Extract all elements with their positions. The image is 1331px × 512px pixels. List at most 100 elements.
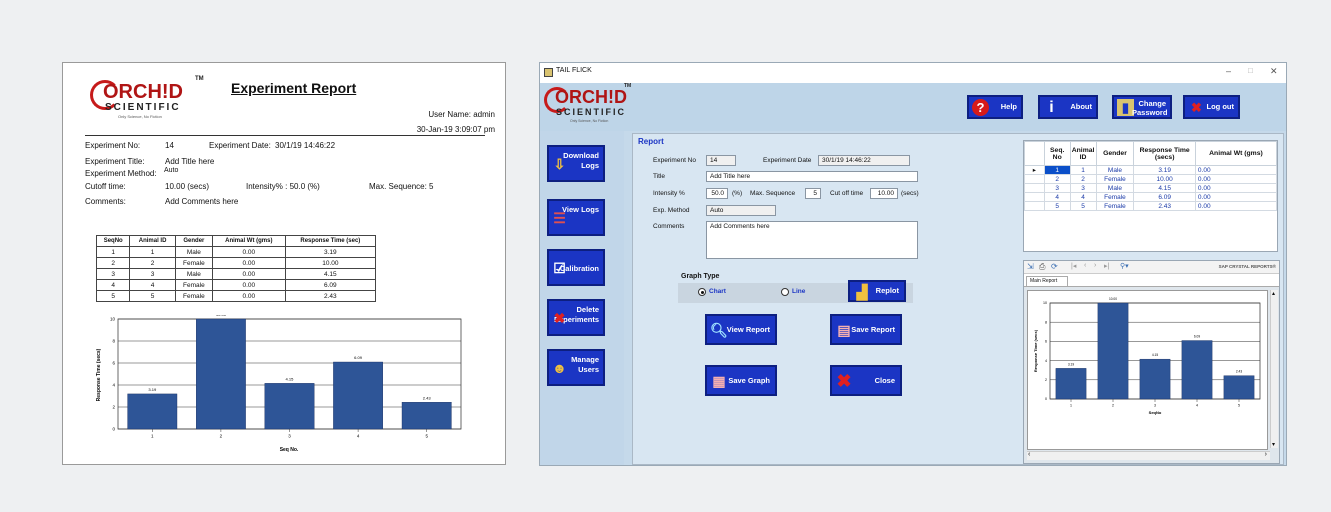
report-viewer: ⇲ ⎙ ⟳ |◂ ‹ › ▸| ⚲▾ SAP CRYSTAL REPORTS® … (1023, 260, 1280, 464)
calibration-button[interactable]: ☑ Calibration (547, 249, 605, 286)
about-button[interactable]: i About (1038, 95, 1098, 119)
grid-cell[interactable]: 0.00 (1194, 183, 1278, 193)
horizontal-scrollbar[interactable]: ‹ › (1027, 451, 1270, 460)
close-button[interactable]: ✖ Close (830, 365, 902, 396)
maximize-button[interactable]: □ (1248, 66, 1253, 75)
grid-cell[interactable]: Male (1095, 165, 1135, 175)
refresh-icon[interactable]: ⟳ (1051, 262, 1058, 271)
grid-cell[interactable]: 0.00 (1194, 174, 1278, 184)
column-header[interactable]: Animal Wt (gms) (1194, 141, 1278, 166)
view-logs-button[interactable]: ☰ View Logs (547, 199, 605, 236)
scroll-up-icon[interactable]: ▴ (1272, 290, 1275, 297)
grid-cell[interactable]: Female (1095, 192, 1135, 202)
grid-cell[interactable]: 4 (1043, 192, 1071, 202)
grid-cell[interactable]: 0.00 (1194, 165, 1278, 175)
minimize-button[interactable]: – (1226, 66, 1231, 76)
delete-experiments-button[interactable]: ✖ Delete Experiments (547, 299, 605, 336)
grid-cell[interactable]: Female (1095, 201, 1135, 211)
column-header[interactable]: Gender (1095, 141, 1135, 166)
data-label: 2.43 (1236, 370, 1242, 374)
grid-cell[interactable]: 3.19 (1133, 165, 1196, 175)
cutoff-label: Cutoff time: (85, 182, 126, 191)
grid-cell[interactable]: 4.15 (1133, 183, 1196, 193)
title-field[interactable]: Add Title here (706, 171, 918, 182)
help-button[interactable]: ? Help (967, 95, 1023, 119)
vertical-scrollbar[interactable]: ▴ ▾ (1270, 290, 1278, 448)
table-row[interactable]: ▸ 1 1 Male 3.19 0.00 (1024, 165, 1278, 175)
intensity-field[interactable]: 50.0 (706, 188, 728, 199)
logout-button[interactable]: ✖ Log out (1183, 95, 1240, 119)
grid-cell[interactable]: 0.00 (1194, 192, 1278, 202)
y-tick-label: 6 (112, 361, 115, 366)
sidebar: ⇩ Download Logs ☰ View Logs ☑ Calibratio… (540, 131, 624, 465)
grid-table: Seq. No Animal ID Gender Response Time (… (1024, 141, 1278, 211)
scroll-right-icon[interactable]: › (1265, 451, 1267, 458)
column-header[interactable]: Seq. No (1043, 141, 1071, 166)
grid-cell[interactable]: 10.00 (1133, 174, 1196, 184)
comments-label: Comments (653, 223, 685, 230)
last-page-icon[interactable]: ▸| (1104, 262, 1109, 270)
report-panel: Report Experiment No 14 Experiment Date … (632, 133, 1284, 465)
grid-cell[interactable]: 6.09 (1133, 192, 1196, 202)
table-cell: 0.00 (211, 290, 286, 302)
experiment-date-field[interactable]: 30/1/19 14:46:22 (818, 155, 910, 166)
cutoff-field[interactable]: 10.00 (870, 188, 898, 199)
method-field[interactable]: Auto (706, 205, 776, 216)
comments-field[interactable]: Add Comments here (706, 221, 918, 259)
experiment-method-value: Auto (164, 167, 179, 174)
grid-cell[interactable]: Male (1095, 183, 1135, 193)
max-sequence: Max. Sequence: 5 (369, 182, 434, 191)
first-page-icon[interactable]: |◂ (1071, 262, 1076, 270)
table-row[interactable]: 3 3 Male 4.15 0.00 (1024, 183, 1278, 193)
grid-cell[interactable]: 2 (1069, 174, 1097, 184)
manage-users-button[interactable]: ☻ Manage Users (547, 349, 605, 386)
change-password-button[interactable]: ▮ Change Password (1112, 95, 1172, 119)
grid-cell[interactable]: 5 (1069, 201, 1097, 211)
y-tick-label: 2 (1045, 378, 1047, 382)
next-page-icon[interactable]: › (1094, 262, 1096, 269)
y-tick-label: 10 (1043, 301, 1047, 305)
grid-cell[interactable]: 2.43 (1133, 201, 1196, 211)
scroll-down-icon[interactable]: ▾ (1272, 441, 1275, 448)
grid-cell[interactable]: 5 (1043, 201, 1071, 211)
save-graph-button[interactable]: ▦ Save Graph (705, 365, 777, 396)
grid-cell[interactable]: 2 (1043, 174, 1071, 184)
save-graph-icon: ▦ (712, 373, 726, 389)
experiment-no-field[interactable]: 14 (706, 155, 736, 166)
close-window-button[interactable]: ✕ (1270, 66, 1278, 77)
replot-button[interactable]: ▟ Replot (848, 280, 906, 302)
grid-cell[interactable]: 4 (1069, 192, 1097, 202)
zoom-icon[interactable]: ⚲▾ (1120, 262, 1129, 270)
cutoff-unit: (secs) (901, 190, 919, 197)
print-icon[interactable]: ⎙ (1039, 262, 1045, 272)
grid-cell[interactable]: 0.00 (1194, 201, 1278, 211)
grid-cell[interactable]: Female (1095, 174, 1135, 184)
experiment-grid[interactable]: Seq. No Animal ID Gender Response Time (… (1023, 140, 1278, 252)
column-header[interactable]: Animal ID (1069, 141, 1097, 166)
download-logs-button[interactable]: ⇩ Download Logs (547, 145, 605, 182)
graph-type-label: Graph Type (681, 273, 720, 280)
y-tick-label: 10 (110, 317, 116, 322)
grid-cell[interactable]: 1 (1069, 165, 1097, 175)
column-header: Animal ID (129, 235, 176, 247)
table-row[interactable]: 5 5 Female 2.43 0.00 (1024, 201, 1278, 211)
chart-icon: ▟ (856, 284, 868, 300)
column-header[interactable]: Response Time (secs) (1133, 141, 1196, 166)
grid-cell[interactable]: 3 (1043, 183, 1071, 193)
export-icon[interactable]: ⇲ (1027, 262, 1034, 271)
tab-main-report[interactable]: Main Report (1026, 276, 1068, 286)
delete-icon: ✖ (553, 310, 566, 326)
prev-page-icon[interactable]: ‹ (1084, 262, 1086, 269)
grid-cell[interactable]: 1 (1043, 165, 1071, 175)
view-report-button[interactable]: 🔍︎ View Report (705, 314, 777, 345)
bar (1223, 375, 1255, 400)
bar (1181, 340, 1213, 400)
max-sequence-field[interactable]: 5 (805, 188, 821, 199)
row-indicator (1024, 174, 1045, 184)
save-report-button[interactable]: ▤ Save Report (830, 314, 902, 345)
table-row[interactable]: 4 4 Female 6.09 0.00 (1024, 192, 1278, 202)
scroll-left-icon[interactable]: ‹ (1028, 451, 1030, 458)
table-row[interactable]: 2 2 Female 10.00 0.00 (1024, 174, 1278, 184)
y-axis-label: Response Time (secs) (96, 348, 102, 401)
grid-cell[interactable]: 3 (1069, 183, 1097, 193)
